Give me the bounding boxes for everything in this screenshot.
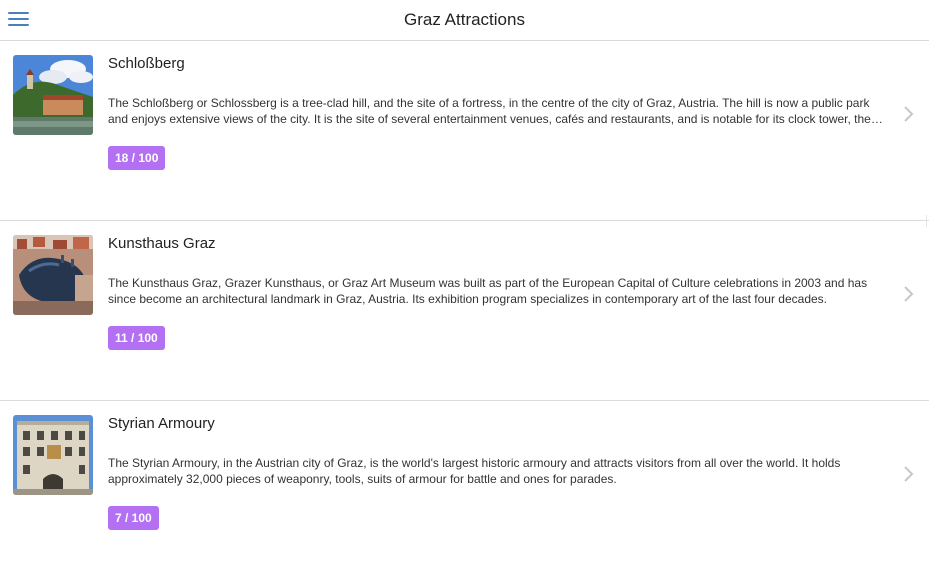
score-badge: 11 / 100 [108,326,165,350]
app-header: Graz Attractions [0,0,929,41]
chevron-right-icon [902,466,916,482]
item-title: Kunsthaus Graz [108,235,216,252]
chevron-right-icon [902,286,916,302]
list-item[interactable]: Schloßberg The Schloßberg or Schlossberg… [0,41,929,221]
item-title: Styrian Armoury [108,415,215,432]
chevron-right-icon [902,106,916,122]
list-item[interactable]: Kunsthaus Graz The Kunsthaus Graz, Graze… [0,221,929,401]
attractions-list: Schloßberg The Schloßberg or Schlossberg… [0,41,929,566]
schlossberg-photo [13,55,93,135]
item-description: The Styrian Armoury, in the Austrian cit… [108,456,841,486]
list-item[interactable]: Styrian Armoury The Styrian Armoury, in … [0,401,929,566]
armoury-photo [13,415,93,495]
page-title: Graz Attractions [404,10,525,29]
kunsthaus-photo [13,235,93,315]
score-badge: 18 / 100 [108,146,166,170]
item-description: The Kunsthaus Graz, Grazer Kunsthaus, or… [108,276,868,306]
item-title: Schloßberg [108,55,185,72]
item-description: The Schloßberg or Schlossberg is a tree-… [108,96,871,126]
score-badge: 7 / 100 [108,506,159,530]
